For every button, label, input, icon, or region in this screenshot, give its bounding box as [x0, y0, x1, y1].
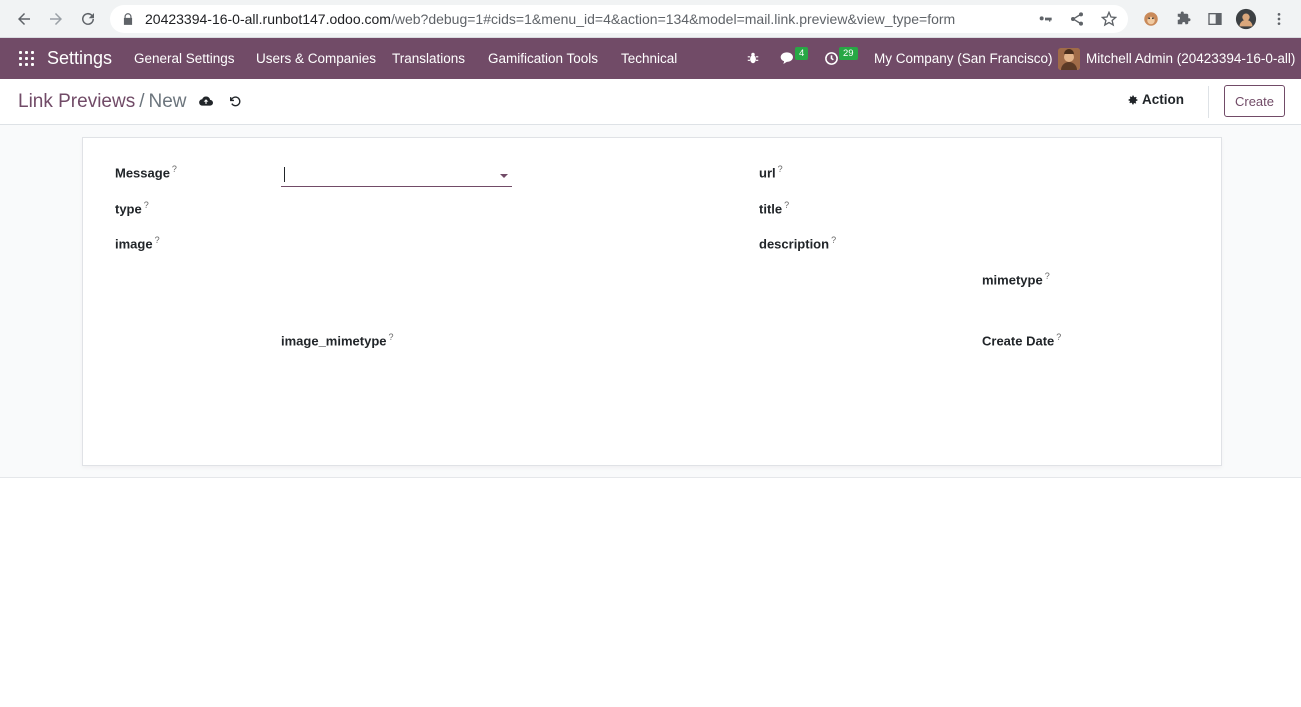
back-icon[interactable]	[8, 3, 40, 35]
field-label-image-mimetype: image_mimetype?	[281, 332, 394, 349]
message-many2one-input[interactable]	[281, 164, 512, 187]
create-button[interactable]: Create	[1224, 85, 1285, 117]
action-label: Action	[1142, 92, 1184, 107]
app-menu-grid-icon[interactable]	[19, 51, 34, 66]
breadcrumb: Link Previews / New	[18, 91, 187, 113]
address-bar[interactable]: 20423394-16-0-all.runbot147.odoo.com/web…	[110, 5, 1128, 33]
extension-monkey-icon[interactable]	[1140, 8, 1162, 30]
help-tooltip-icon[interactable]: ?	[172, 164, 177, 174]
help-tooltip-icon[interactable]: ?	[784, 200, 789, 210]
gear-icon	[1128, 95, 1138, 104]
help-tooltip-icon[interactable]: ?	[831, 235, 836, 245]
help-tooltip-icon[interactable]: ?	[144, 200, 149, 210]
help-tooltip-icon[interactable]: ?	[389, 332, 394, 342]
help-tooltip-icon[interactable]: ?	[155, 235, 160, 245]
help-tooltip-icon[interactable]: ?	[778, 164, 783, 174]
menu-translations[interactable]: Translations	[392, 51, 465, 66]
browser-menu-icon[interactable]	[1268, 8, 1290, 30]
extensions-puzzle-icon[interactable]	[1172, 8, 1194, 30]
user-menu[interactable]: Mitchell Admin (20423394-16-0-all)	[1086, 51, 1295, 66]
action-menu-button[interactable]: Action	[1127, 92, 1184, 107]
menu-users-companies[interactable]: Users & Companies	[256, 51, 376, 66]
field-label-image: image?	[115, 235, 160, 252]
field-label-message: Message?	[115, 164, 177, 181]
divider	[1208, 86, 1209, 118]
field-label-create-date: Create Date?	[982, 332, 1062, 349]
reload-icon[interactable]	[72, 3, 104, 35]
field-label-description: description?	[759, 235, 837, 252]
app-brand[interactable]: Settings	[47, 48, 112, 69]
menu-technical[interactable]: Technical	[621, 51, 677, 66]
browser-toolbar: 20423394-16-0-all.runbot147.odoo.com/web…	[0, 0, 1301, 38]
lock-icon	[123, 13, 133, 25]
menu-gamification-tools[interactable]: Gamification Tools	[488, 51, 598, 66]
activities-count-badge: 29	[839, 47, 858, 60]
messages-chat-icon[interactable]	[779, 51, 796, 71]
company-switcher[interactable]: My Company (San Francisco)	[874, 51, 1053, 66]
field-label-title: title?	[759, 200, 790, 217]
messages-count-badge: 4	[795, 47, 809, 60]
main-navbar: Settings General Settings Users & Compan…	[0, 38, 1301, 79]
activities-clock-icon[interactable]	[824, 51, 839, 71]
key-icon[interactable]	[1036, 10, 1054, 28]
profile-avatar-icon[interactable]	[1235, 8, 1257, 30]
save-cloud-icon[interactable]	[199, 95, 213, 107]
field-label-url: url?	[759, 164, 783, 181]
user-avatar[interactable]	[1058, 48, 1080, 70]
help-tooltip-icon[interactable]: ?	[1045, 271, 1050, 281]
share-icon[interactable]	[1068, 10, 1086, 28]
dropdown-caret-icon[interactable]	[500, 174, 508, 178]
field-label-type: type?	[115, 200, 149, 217]
breadcrumb-current: New	[148, 91, 187, 112]
field-label-mimetype: mimetype?	[982, 271, 1050, 288]
debug-bug-icon[interactable]	[746, 51, 760, 70]
url-text: 20423394-16-0-all.runbot147.odoo.com/web…	[145, 11, 956, 27]
text-caret	[284, 167, 285, 182]
discard-undo-icon[interactable]	[228, 95, 241, 108]
bookmark-star-icon[interactable]	[1100, 10, 1118, 28]
help-tooltip-icon[interactable]: ?	[1056, 332, 1061, 342]
form-sheet	[82, 137, 1222, 466]
menu-general-settings[interactable]: General Settings	[134, 51, 235, 66]
side-panel-icon[interactable]	[1204, 8, 1226, 30]
control-panel: Link Previews / New Action Create	[0, 79, 1301, 125]
breadcrumb-link-parent[interactable]: Link Previews	[18, 91, 135, 112]
forward-icon[interactable]	[40, 3, 72, 35]
breadcrumb-separator: /	[139, 91, 145, 112]
